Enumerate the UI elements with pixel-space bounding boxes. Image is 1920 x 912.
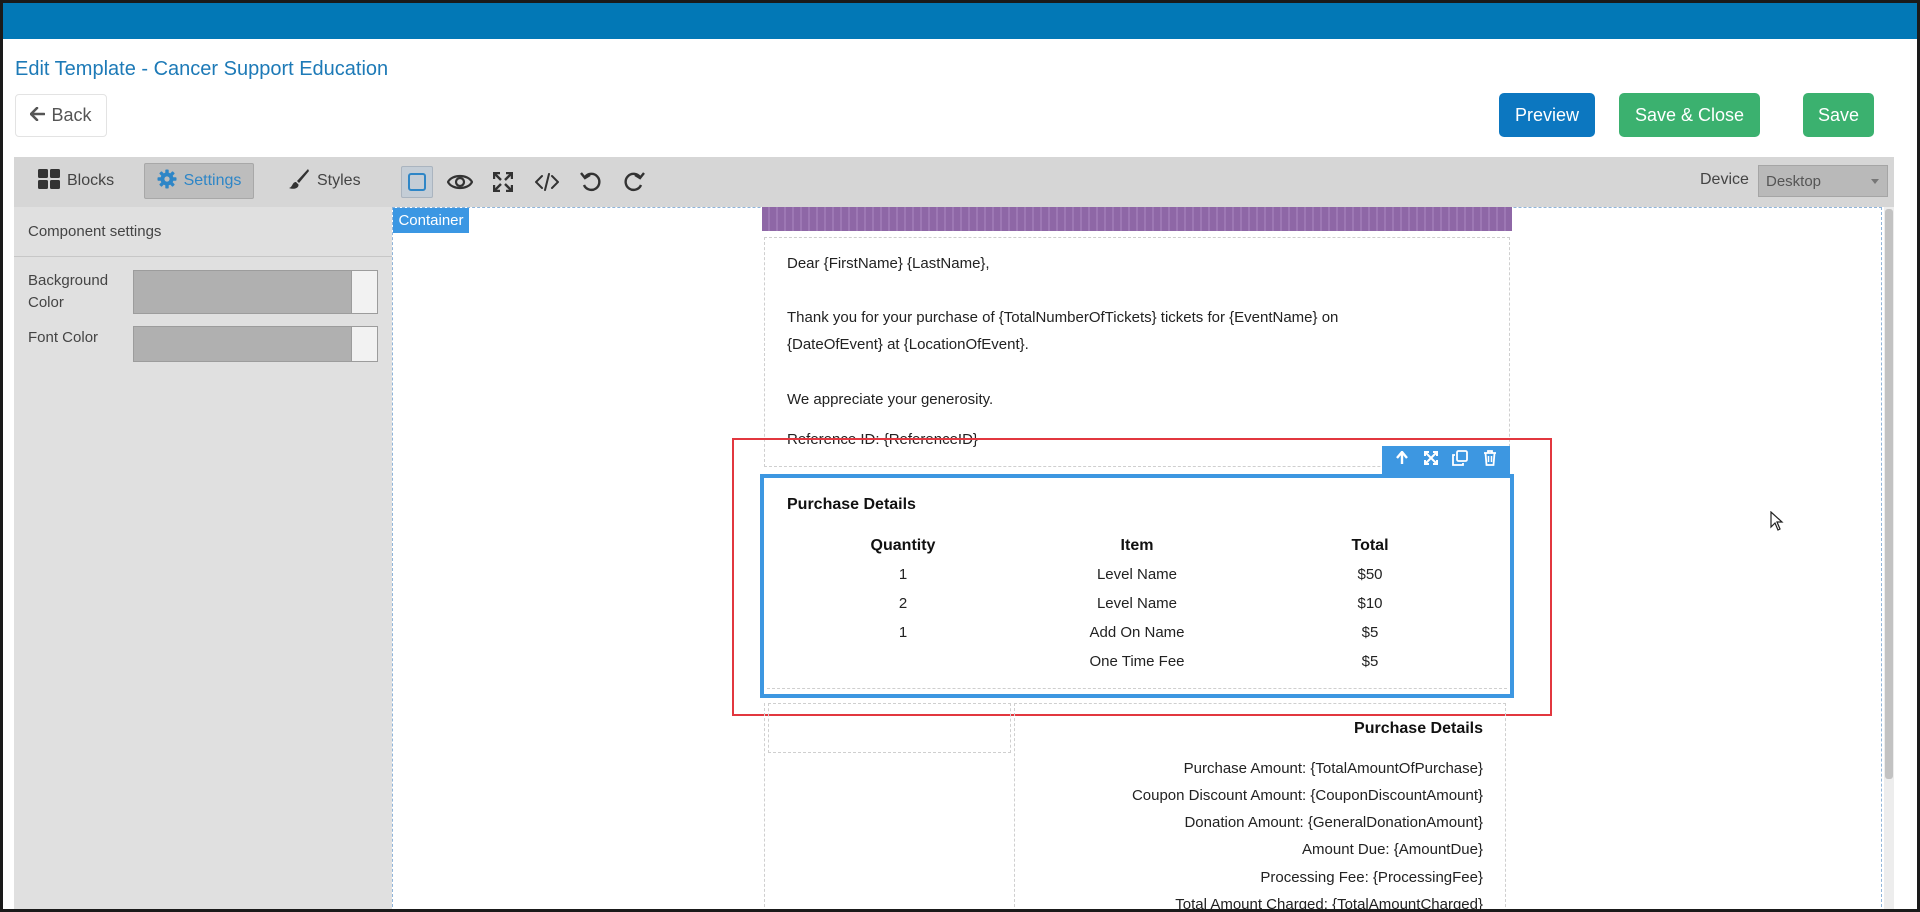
gear-icon: [157, 169, 177, 194]
tab-styles-label: Styles: [317, 172, 361, 189]
arrow-left-icon: [30, 105, 46, 126]
blocks-grid-icon: [38, 168, 60, 194]
back-button-label: Back: [51, 105, 92, 125]
summary-amount-due[interactable]: Amount Due: {AmountDue}: [1302, 841, 1483, 858]
table-cell-quantity: 1: [898, 566, 908, 583]
device-select-value: Desktop: [1766, 173, 1822, 190]
canvas-scrollbar[interactable]: [1884, 207, 1894, 912]
table-header-total: Total: [1351, 537, 1389, 554]
summary-coupon-discount[interactable]: Coupon Discount Amount: {CouponDiscountA…: [1132, 787, 1483, 804]
save-close-button[interactable]: Save & Close: [1619, 93, 1760, 137]
purchase-details-title[interactable]: Purchase Details: [787, 496, 916, 514]
table-cell-quantity: 2: [898, 595, 908, 612]
device-label: Device: [1700, 171, 1749, 188]
table-cell-item: Level Name: [1096, 566, 1178, 583]
back-button[interactable]: Back: [15, 94, 107, 137]
mouse-cursor-icon: [1770, 510, 1784, 536]
summary-total-charged[interactable]: Total Amount Charged: {TotalAmountCharge…: [1175, 896, 1483, 912]
redo-icon[interactable]: [618, 166, 650, 198]
tab-settings-label: Settings: [183, 172, 242, 189]
component-settings-heading: Component settings: [14, 207, 392, 257]
font-color-picker[interactable]: [133, 326, 378, 362]
background-color-label-line2: Color: [28, 294, 64, 311]
code-icon[interactable]: [531, 166, 563, 198]
scrollbar-thumb[interactable]: [1885, 209, 1893, 779]
background-color-label-line1: Background: [28, 272, 109, 289]
table-cell-item: One Time Fee: [1089, 653, 1185, 670]
preview-button[interactable]: Preview: [1499, 93, 1595, 137]
table-cell-item: Add On Name: [1089, 624, 1185, 641]
component-toolbar: [1382, 446, 1510, 474]
font-color-label: Font Color: [28, 329, 99, 346]
summary-donation-amount[interactable]: Donation Amount: {GeneralDonationAmount}: [1184, 814, 1483, 831]
fullscreen-icon[interactable]: [487, 166, 519, 198]
thanks-text-line1[interactable]: Thank you for your purchase of {TotalNum…: [787, 308, 1338, 328]
table-header-item: Item: [1120, 537, 1154, 554]
move-icon[interactable]: [1423, 450, 1438, 470]
preview-eye-icon[interactable]: [444, 166, 476, 198]
table-header-quantity: Quantity: [870, 537, 936, 554]
table-cell-total: $50: [1357, 566, 1383, 583]
device-select[interactable]: Desktop: [1758, 165, 1888, 197]
border-toggle-icon[interactable]: [401, 166, 433, 198]
background-color-preview[interactable]: [351, 271, 377, 313]
trash-icon[interactable]: [1483, 449, 1497, 471]
paintbrush-icon: [288, 168, 310, 195]
tab-styles[interactable]: Styles: [288, 163, 361, 199]
tab-settings[interactable]: Settings: [144, 163, 254, 199]
thanks-text-line2[interactable]: {DateOfEvent} at {LocationOfEvent}.: [787, 335, 1029, 355]
left-column-cell[interactable]: [768, 703, 1011, 753]
component-divider: [767, 688, 1507, 689]
tab-blocks-label: Blocks: [67, 172, 115, 189]
top-bar: [0, 0, 1920, 39]
table-cell-quantity: 1: [898, 624, 908, 641]
font-color-preview[interactable]: [351, 327, 377, 361]
summary-processing-fee[interactable]: Processing Fee: {ProcessingFee}: [1260, 869, 1483, 886]
copy-icon[interactable]: [1452, 449, 1469, 471]
greeting-text[interactable]: Dear {FirstName} {LastName},: [787, 254, 990, 274]
table-cell-total: $5: [1361, 653, 1379, 670]
background-color-picker[interactable]: [133, 270, 378, 314]
summary-purchase-amount[interactable]: Purchase Amount: {TotalAmountOfPurchase}: [1184, 760, 1483, 777]
table-cell-total: $10: [1357, 595, 1383, 612]
arrow-up-icon[interactable]: [1395, 449, 1409, 470]
container-badge: Container: [393, 208, 469, 233]
tab-blocks[interactable]: Blocks: [38, 163, 114, 199]
table-cell-total: $5: [1361, 624, 1379, 641]
background-color-label: Background Color: [28, 270, 108, 314]
table-cell-item: Level Name: [1096, 595, 1178, 612]
save-button[interactable]: Save: [1803, 93, 1874, 137]
page-title: Edit Template - Cancer Support Education: [15, 58, 389, 80]
appreciation-text[interactable]: We appreciate your generosity.: [787, 390, 993, 410]
header-banner[interactable]: [762, 207, 1512, 231]
summary-title[interactable]: Purchase Details: [1354, 720, 1483, 738]
undo-icon[interactable]: [575, 166, 607, 198]
chevron-down-icon: [1871, 179, 1879, 184]
